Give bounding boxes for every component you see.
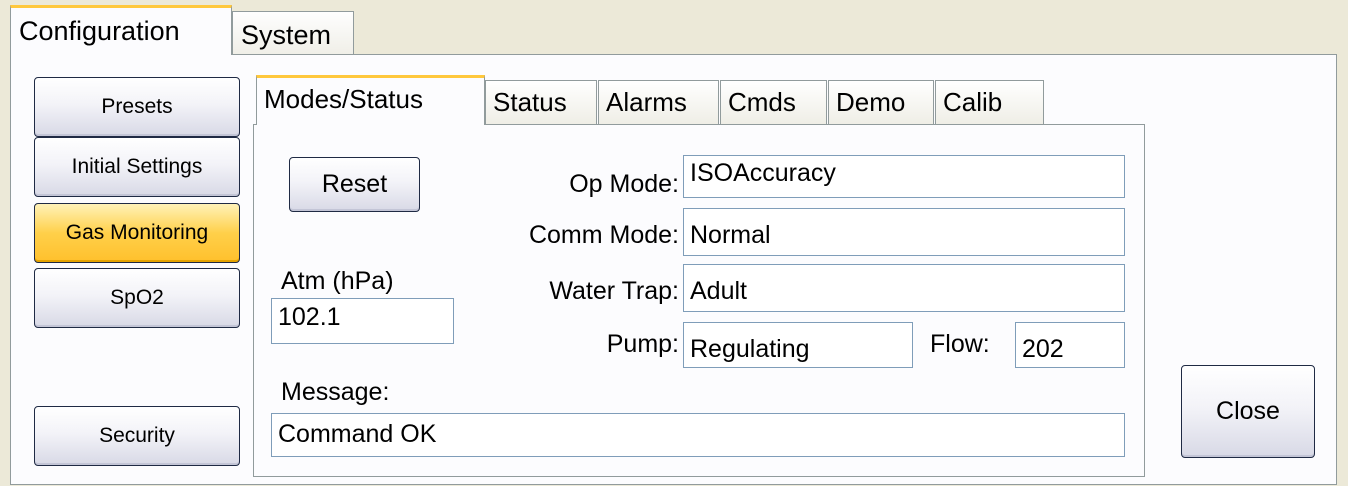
tab-calib[interactable]: Calib: [935, 80, 1044, 124]
op-mode-field: ISOAccuracy: [683, 155, 1125, 198]
reset-button[interactable]: Reset: [289, 157, 420, 212]
water-trap-field: Adult: [683, 264, 1125, 312]
tab-alarms[interactable]: Alarms: [598, 80, 719, 124]
tab-system[interactable]: System: [232, 11, 354, 54]
pump-label: Pump:: [606, 330, 679, 358]
sidebar-item-gas-monitoring[interactable]: Gas Monitoring: [34, 203, 240, 263]
atm-field: 102.1: [271, 298, 454, 344]
sidebar-item-security[interactable]: Security: [34, 406, 240, 466]
comm-mode-field: Normal: [683, 208, 1125, 256]
close-button[interactable]: Close: [1181, 365, 1315, 458]
sidebar-item-initial-settings[interactable]: Initial Settings: [34, 137, 240, 197]
sidebar-item-presets[interactable]: Presets: [34, 77, 240, 137]
flow-field: 202: [1015, 322, 1125, 368]
tab-cmds[interactable]: Cmds: [720, 80, 827, 124]
pump-field: Regulating: [683, 322, 913, 368]
message-label: Message:: [281, 378, 390, 406]
tab-demo[interactable]: Demo: [828, 80, 934, 124]
tab-configuration[interactable]: Configuration: [10, 5, 232, 55]
message-field: Command OK: [271, 413, 1125, 457]
water-trap-label: Water Trap:: [549, 277, 679, 305]
tab-modes-status[interactable]: Modes/Status: [256, 75, 485, 125]
comm-mode-label: Comm Mode:: [528, 221, 679, 249]
tab-status[interactable]: Status: [485, 80, 597, 124]
op-mode-label: Op Mode:: [569, 170, 679, 198]
flow-label: Flow:: [930, 330, 990, 358]
sidebar-item-spo2[interactable]: SpO2: [34, 268, 240, 328]
atm-label: Atm (hPa): [281, 267, 394, 295]
